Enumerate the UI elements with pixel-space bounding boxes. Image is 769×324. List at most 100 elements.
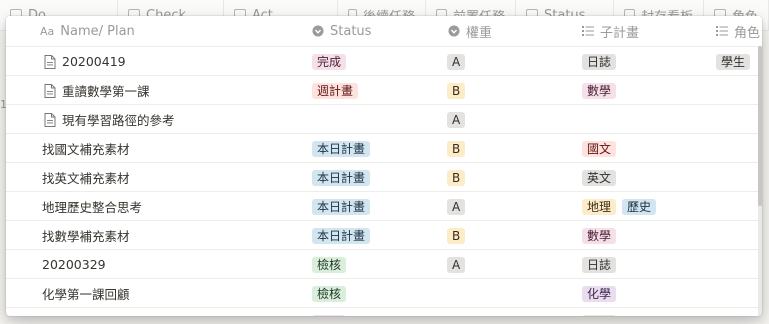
subplan-cell[interactable]: 數學 [582, 76, 617, 105]
status-cell[interactable]: 完成 [312, 47, 347, 76]
weight-cell[interactable]: B [447, 221, 466, 250]
status-icon [312, 25, 324, 37]
table-row[interactable]: 重讀數學第一課 週計畫 B 數學 [6, 75, 762, 105]
status-cell[interactable]: 週計畫 [312, 76, 359, 105]
table-row[interactable]: 20200329 檢核 A 日誌 [6, 249, 762, 279]
status-tag[interactable]: 本日計畫 [312, 140, 371, 157]
weight-cell[interactable]: B [447, 134, 466, 163]
row-title[interactable]: 生物第一課 [42, 313, 105, 316]
name-cell[interactable]: 生物第一課 [42, 308, 105, 316]
weight-cell[interactable]: A [447, 105, 466, 134]
subplan-tag[interactable]: 日誌 [582, 256, 617, 273]
subplan-cell[interactable]: 地理 歷史 [582, 192, 657, 221]
row-title[interactable]: 找數學補充素材 [42, 226, 130, 245]
weight-tag[interactable]: B [447, 140, 466, 157]
subplan-tag[interactable]: 國文 [582, 140, 617, 157]
status-cell[interactable]: 本日計畫 [312, 221, 371, 250]
scrollbar-thumb[interactable] [758, 46, 762, 206]
table-row[interactable]: 現有學習路徑的參考 A [6, 104, 762, 134]
table-row[interactable]: 找數學補充素材 本日計畫 B 數學 [6, 220, 762, 250]
column-header-name-label: Name/ Plan [60, 23, 135, 39]
name-cell[interactable]: 找數學補充素材 [42, 221, 130, 250]
status-cell[interactable]: 本日計畫 [312, 134, 371, 163]
status-tag[interactable]: 週計畫 [312, 82, 359, 99]
weight-tag[interactable]: A [447, 111, 466, 128]
weight-cell[interactable]: B [447, 76, 466, 105]
table-row[interactable]: 地理歷史整合思考 本日計畫 A 地理 歷史 [6, 191, 762, 221]
subplan-cell[interactable]: 國文 [582, 134, 617, 163]
subplan-tag[interactable]: 數學 [582, 82, 617, 99]
subplan-tag[interactable]: 生物 [582, 314, 617, 316]
status-tag[interactable]: 本日計畫 [312, 169, 371, 186]
row-title[interactable]: 地理歷史整合思考 [42, 197, 142, 216]
subplan-cell[interactable]: 日誌 [582, 250, 617, 279]
table-row[interactable]: 找英文補充素材 本日計畫 B 英文 [6, 162, 762, 192]
subplan-tag[interactable]: 英文 [582, 169, 617, 186]
column-header-weight-label: 權重 [466, 25, 493, 41]
subplan-cell[interactable]: 數學 [582, 221, 617, 250]
page-icon [44, 112, 56, 127]
status-cell[interactable]: 檢核 [312, 279, 347, 308]
name-cell[interactable]: 化學第一課回顧 [42, 279, 130, 308]
column-header-status[interactable]: Status [312, 16, 371, 46]
subplan-tag[interactable]: 日誌 [582, 53, 617, 70]
name-cell[interactable]: 找國文補充素材 [42, 134, 130, 163]
role-cell[interactable]: 學生 [716, 47, 751, 76]
subplan-cell[interactable]: 日誌 [582, 47, 617, 76]
weight-cell[interactable]: B [447, 163, 466, 192]
name-cell[interactable]: 重讀數學第一課 [44, 76, 150, 105]
status-cell[interactable]: 本日計畫 [312, 163, 371, 192]
column-header-role[interactable]: 角色 [716, 16, 760, 46]
row-title[interactable]: 找國文補充素材 [42, 139, 130, 158]
table-row[interactable]: 化學第一課回顧 檢核 化學 [6, 278, 762, 308]
popup-table-header: Aa Name/ Plan Status 權重 子計畫 角色 [6, 16, 762, 46]
subplan-tag[interactable]: 歷史 [622, 198, 657, 215]
name-cell[interactable]: 地理歷史整合思考 [42, 192, 142, 221]
column-header-name[interactable]: Aa Name/ Plan [40, 16, 135, 46]
weight-tag[interactable]: A [447, 198, 466, 215]
weight-tag[interactable]: A [447, 53, 466, 70]
select-icon [448, 25, 460, 37]
status-tag[interactable]: 檢核 [312, 256, 347, 273]
row-title[interactable]: 重讀數學第一課 [62, 81, 150, 100]
status-tag[interactable]: 完成 [312, 53, 347, 70]
weight-tag[interactable]: B [447, 82, 466, 99]
status-tag[interactable]: 本日計畫 [312, 198, 371, 215]
weight-cell[interactable]: A [447, 192, 466, 221]
column-header-weight[interactable]: 權重 [448, 16, 492, 46]
weight-tag[interactable]: B [447, 227, 466, 244]
row-title[interactable]: 20200329 [42, 257, 106, 272]
subplan-cell[interactable]: 生物 [582, 308, 617, 316]
status-tag[interactable]: 檢核 [312, 285, 347, 302]
weight-cell[interactable]: A [447, 47, 466, 76]
name-cell[interactable]: 20200419 [44, 47, 126, 76]
subplan-cell[interactable]: 化學 [582, 279, 617, 308]
weight-cell[interactable]: A [447, 250, 466, 279]
row-title[interactable]: 找英文補充素材 [42, 168, 130, 187]
status-tag[interactable]: 完成 [312, 314, 347, 316]
row-title[interactable]: 化學第一課回顧 [42, 284, 130, 303]
weight-tag[interactable]: B [447, 169, 466, 186]
page-icon [44, 83, 56, 98]
vertical-scrollbar[interactable] [758, 46, 762, 316]
subplan-tag[interactable]: 數學 [582, 227, 617, 244]
weight-tag[interactable]: A [447, 256, 466, 273]
table-row[interactable]: 生物第一課 完成 生物 [6, 307, 762, 316]
row-title[interactable]: 20200419 [62, 54, 126, 69]
name-cell[interactable]: 找英文補充素材 [42, 163, 130, 192]
column-header-role-label: 角色 [734, 25, 761, 41]
status-cell[interactable]: 本日計畫 [312, 192, 371, 221]
subplan-cell[interactable]: 英文 [582, 163, 617, 192]
column-header-subplan[interactable]: 子計畫 [582, 16, 639, 46]
role-tag[interactable]: 學生 [716, 53, 751, 70]
subplan-tag[interactable]: 化學 [582, 285, 617, 302]
row-title[interactable]: 現有學習路徑的參考 [62, 110, 175, 129]
status-cell[interactable]: 完成 [312, 308, 347, 316]
status-cell[interactable]: 檢核 [312, 250, 347, 279]
table-row[interactable]: 找國文補充素材 本日計畫 B 國文 [6, 133, 762, 163]
subplan-tag[interactable]: 地理 [582, 198, 617, 215]
name-cell[interactable]: 現有學習路徑的參考 [44, 105, 175, 134]
status-tag[interactable]: 本日計畫 [312, 227, 371, 244]
name-cell[interactable]: 20200329 [42, 250, 106, 279]
table-row[interactable]: 20200419 完成 A 日誌 學生 [6, 46, 762, 76]
